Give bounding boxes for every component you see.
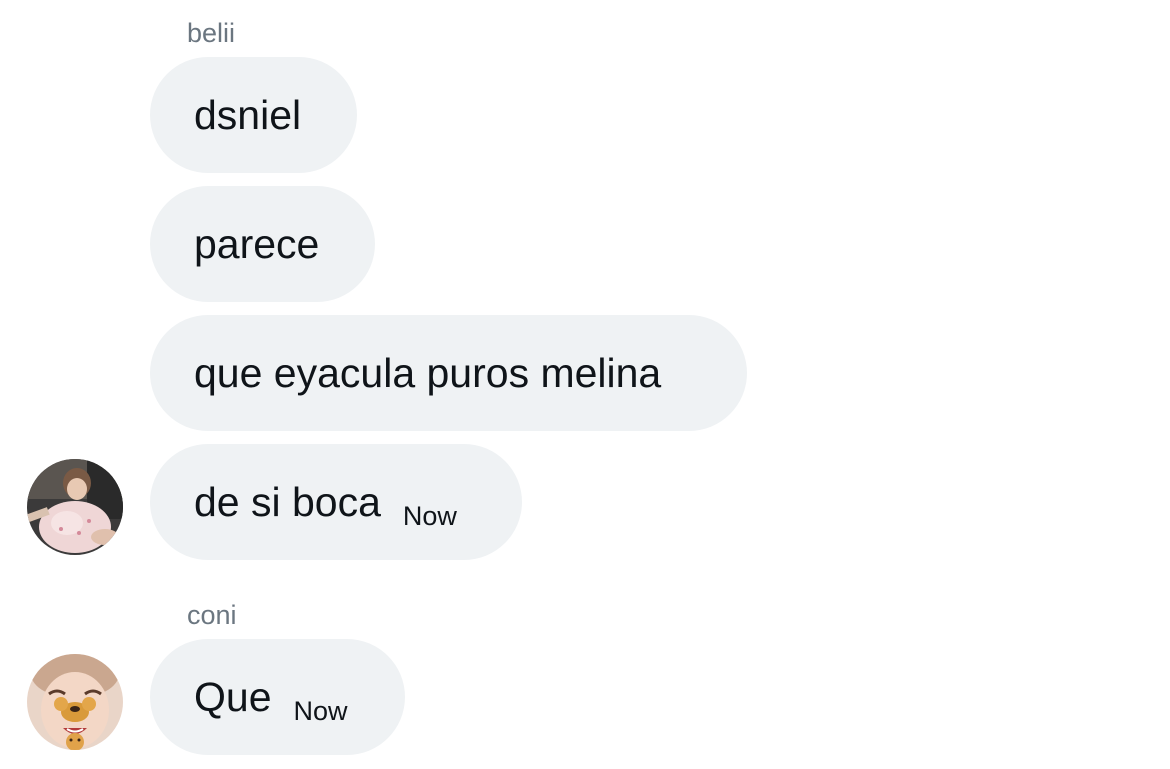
- message-text: dsniel: [194, 91, 302, 138]
- message-text: Que: [194, 673, 272, 720]
- message-bubble[interactable]: dsniel: [150, 57, 357, 173]
- message-bubble[interactable]: parece: [150, 186, 375, 302]
- user-photo-avatar-icon[interactable]: [27, 654, 123, 750]
- message-text: que eyacula puros melina: [194, 349, 662, 396]
- sender-name-belii: belii: [187, 18, 236, 48]
- message-bubble[interactable]: de si boca Now: [150, 444, 522, 560]
- message-text: parece: [194, 220, 320, 267]
- message-timestamp: Now: [402, 500, 457, 531]
- user-photo-avatar-icon[interactable]: [27, 459, 123, 555]
- message-timestamp: Now: [293, 695, 348, 726]
- message-bubble[interactable]: Que Now: [150, 639, 405, 755]
- message-bubble[interactable]: que eyacula puros melina: [150, 315, 747, 431]
- sender-name-coni: coni: [187, 600, 237, 630]
- chat-conversation: belii dsniel parece que eyacula puros me…: [0, 0, 1170, 769]
- message-text: de si boca: [194, 478, 381, 525]
